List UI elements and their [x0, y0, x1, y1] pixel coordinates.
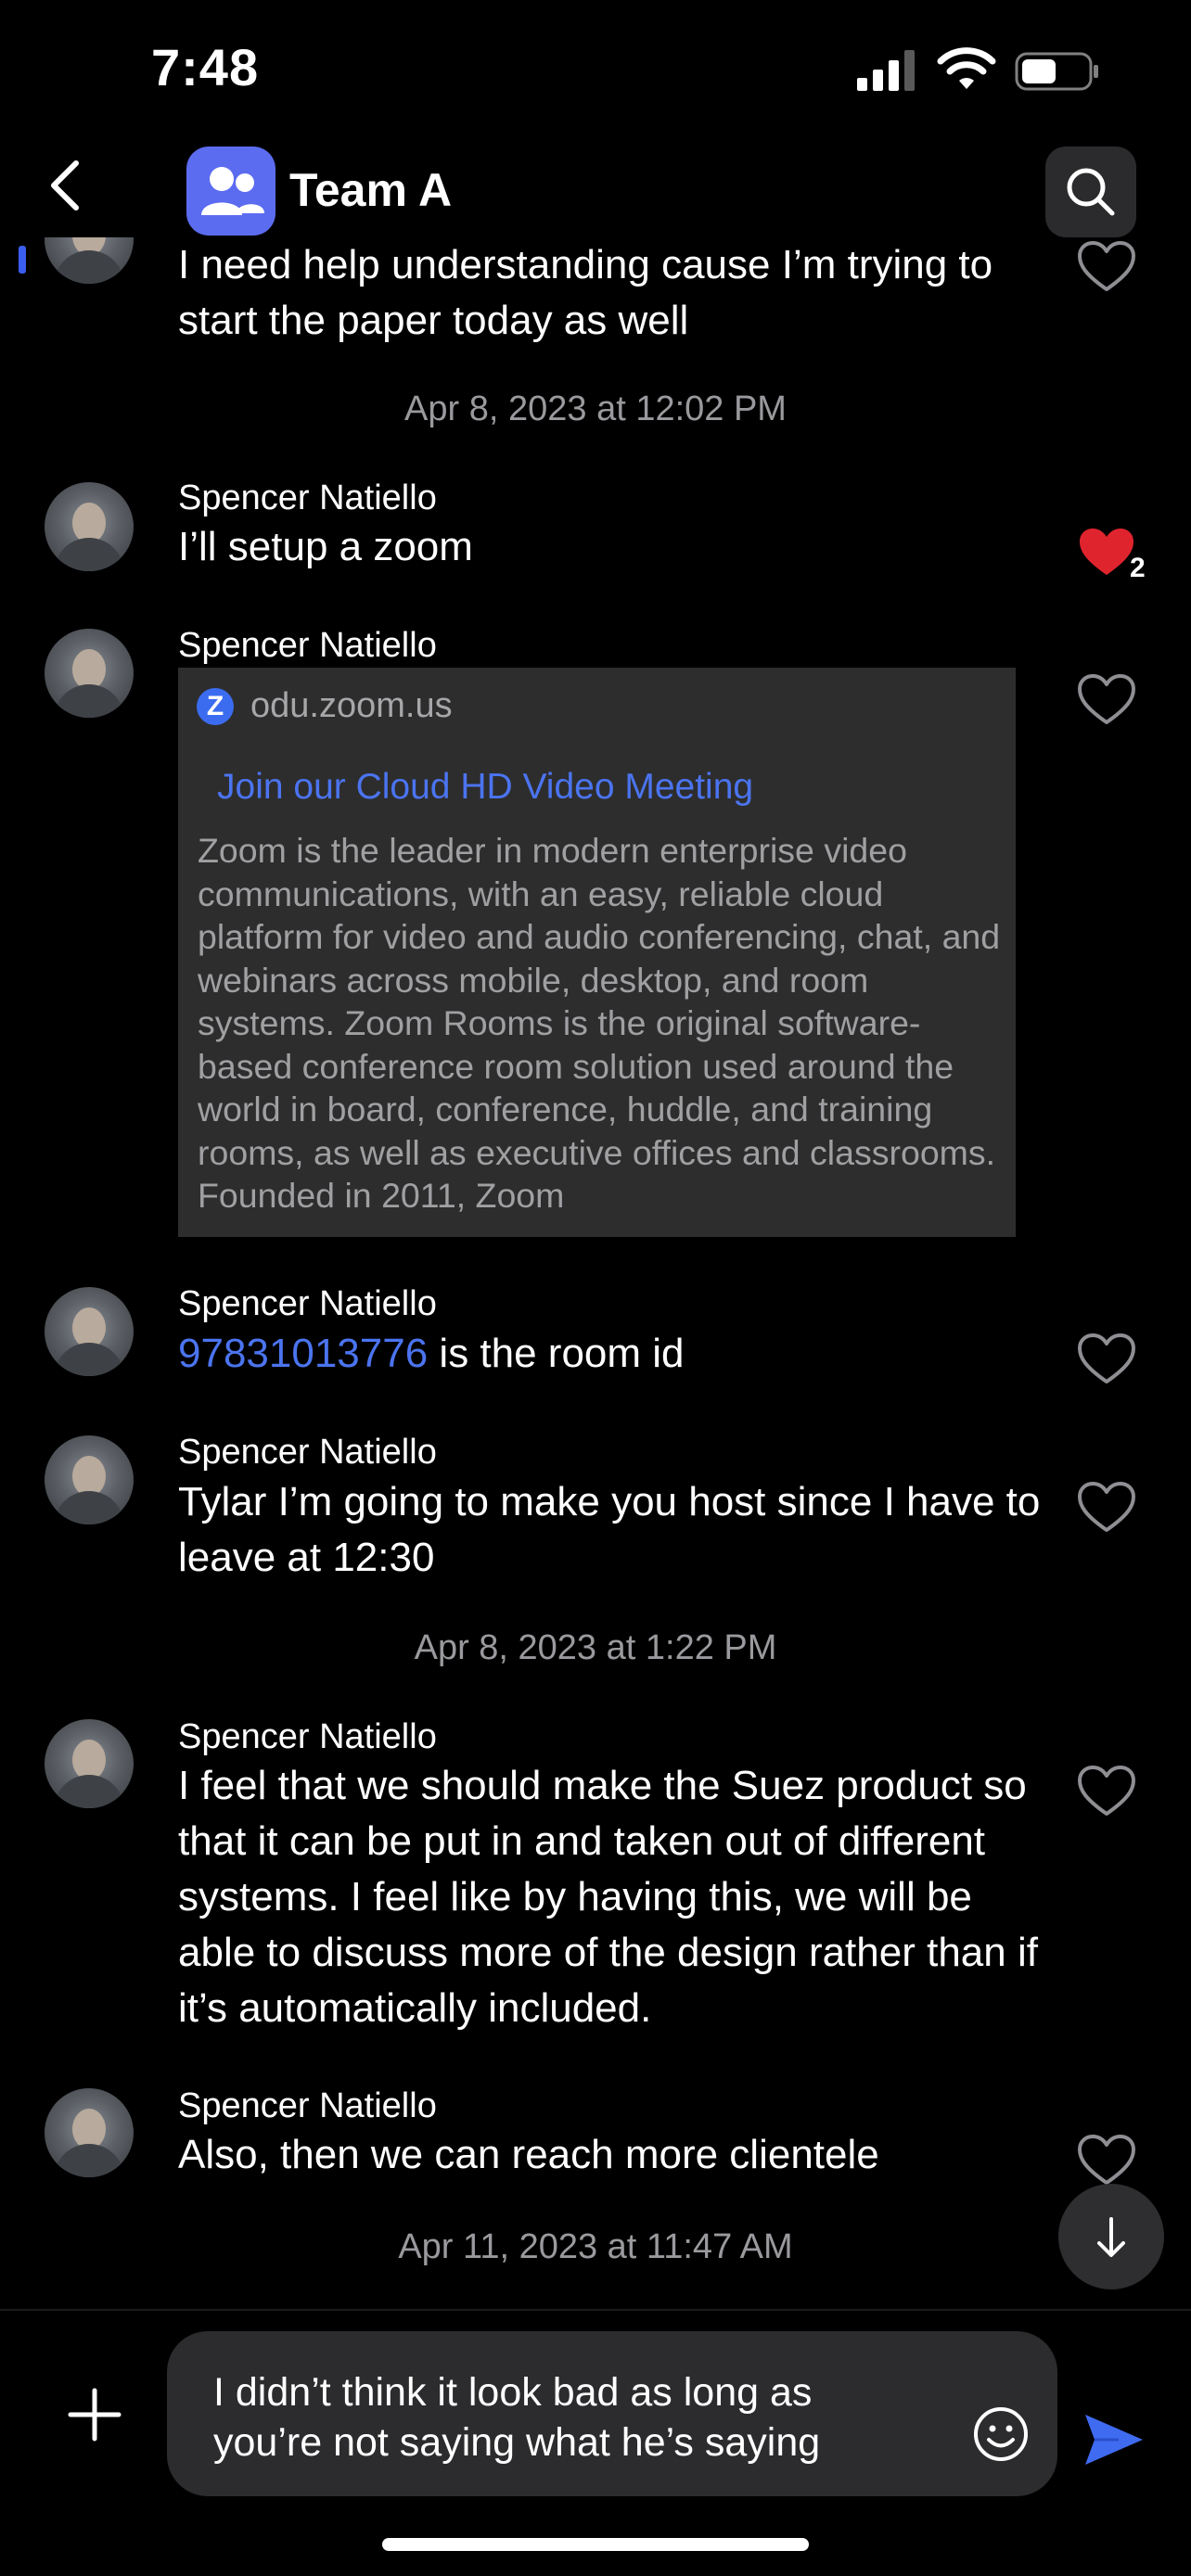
date-separator: Apr 11, 2023 at 11:47 AM	[398, 2227, 793, 2266]
sender-name[interactable]: Spencer Natiello	[178, 2086, 437, 2126]
group-avatar[interactable]	[186, 147, 275, 236]
link-preview-domain: odu.zoom.us	[250, 686, 453, 725]
like-heart-icon[interactable]	[1076, 672, 1137, 728]
like-heart-icon[interactable]	[1076, 1480, 1137, 1536]
avatar[interactable]	[45, 1287, 134, 1376]
room-id-link[interactable]: 97831013776	[178, 1331, 428, 1376]
home-indicator	[382, 2538, 809, 2551]
sender-name[interactable]: Spencer Natiello	[178, 1717, 437, 1757]
cellular-signal-icon	[857, 50, 915, 91]
message-text: Tylar I’m going to make you host since I…	[178, 1479, 1041, 1580]
link-preview-title[interactable]: Join our Cloud HD Video Meeting	[217, 767, 753, 808]
sender-name[interactable]: Spencer Natiello	[178, 1284, 437, 1324]
message-text: 97831013776 is the room id	[178, 1326, 1059, 1382]
message-text: I need help understanding cause I’m tryi…	[178, 242, 993, 343]
composer-divider	[0, 2309, 1191, 2311]
like-heart-icon[interactable]	[1076, 1764, 1137, 1819]
sender-name[interactable]: Spencer Natiello	[178, 478, 437, 518]
unread-indicator	[19, 246, 26, 274]
status-time: 7:48	[151, 38, 260, 96]
wifi-icon	[937, 47, 996, 89]
add-attachment-button[interactable]	[67, 2387, 122, 2442]
date-separator: Apr 8, 2023 at 1:22 PM	[414, 1628, 777, 1667]
sender-name[interactable]: Spencer Natiello	[178, 626, 437, 666]
date-separator: Apr 8, 2023 at 12:02 PM	[404, 389, 787, 428]
like-heart-icon[interactable]	[1076, 239, 1137, 295]
link-preview-description: Zoom is the leader in modern enterprise …	[198, 831, 1001, 1215]
liked-heart-icon[interactable]	[1076, 525, 1137, 580]
scroll-to-bottom-button[interactable]	[1058, 2184, 1164, 2289]
header-bar	[0, 121, 1191, 237]
message-text: Also, then we can reach more clientele	[178, 2132, 879, 2177]
conversation-title[interactable]: Team A	[289, 163, 452, 217]
avatar[interactable]	[45, 1435, 134, 1524]
reaction-count: 2	[1130, 553, 1146, 583]
clip-mask	[1076, 237, 1137, 241]
group-icon	[201, 167, 264, 215]
battery-icon	[1015, 52, 1098, 91]
avatar[interactable]	[45, 1719, 134, 1808]
search-button[interactable]	[1045, 147, 1136, 237]
back-button[interactable]	[37, 148, 93, 223]
like-heart-icon[interactable]	[1076, 1332, 1137, 1387]
search-icon	[1067, 168, 1115, 216]
message-text: I’ll setup a zoom	[178, 524, 473, 569]
avatar[interactable]	[45, 629, 134, 718]
zoom-site-icon: Z	[197, 688, 234, 725]
avatar[interactable]	[45, 2088, 134, 2177]
message-text-tail: is the room id	[428, 1331, 685, 1376]
message-text: I feel that we should make the Suez prod…	[178, 1763, 1038, 2031]
sender-name[interactable]: Spencer Natiello	[178, 1433, 437, 1473]
emoji-button[interactable]	[972, 2405, 1030, 2463]
send-button[interactable]	[1082, 2411, 1146, 2468]
message-input-text[interactable]: I didn’t think it look bad as long as yo…	[213, 2367, 918, 2468]
avatar[interactable]	[45, 482, 134, 571]
arrow-down-icon	[1097, 2217, 1125, 2257]
like-heart-icon[interactable]	[1076, 2133, 1137, 2188]
